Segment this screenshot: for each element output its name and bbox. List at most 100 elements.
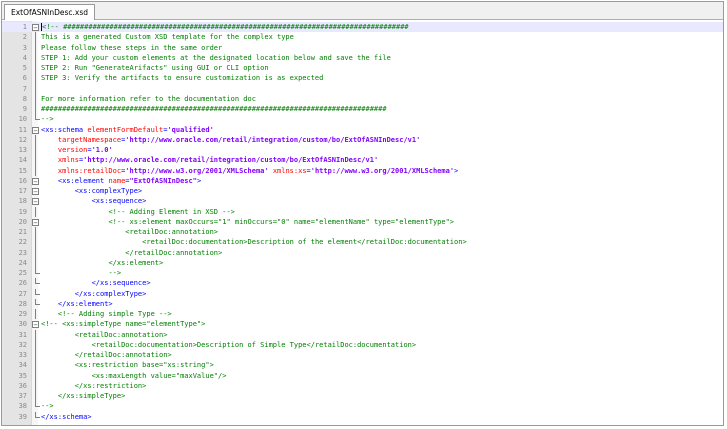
line-number: 35 <box>18 371 27 380</box>
token-comment: <!-- Adding simple Type --> <box>57 310 172 318</box>
code-text: <xs:complexType> <box>41 186 142 196</box>
code-line[interactable]: 27 </xs:complexType> <box>2 288 723 299</box>
code-line[interactable]: 31 <retailDoc:annotation> <box>2 329 723 340</box>
code-line[interactable]: 13 version='1.0' <box>2 145 723 156</box>
code-line[interactable]: 33 </retailDoc:annotation> <box>2 350 723 361</box>
fold-toggle-icon[interactable]: − <box>32 198 39 206</box>
code-line[interactable]: 12 targetNamespace='http://www.oracle.co… <box>2 134 723 145</box>
code-line[interactable]: 30− <!-- <xs:simpleType name="elementType… <box>2 319 723 329</box>
code-line[interactable]: 25 --> <box>2 268 723 278</box>
line-number: 16 <box>18 176 27 185</box>
code-line[interactable]: 20− <!-- xs:element maxOccurs="1" minOcc… <box>2 217 723 227</box>
fold-line-icon <box>35 52 37 63</box>
tab-file[interactable]: ExtOfASNInDesc.xsd <box>4 4 96 20</box>
code-text: This is a generated Custom XSD template … <box>41 32 294 42</box>
code-line[interactable]: 1− <!-- #################################… <box>2 22 723 33</box>
fold-line-icon <box>35 339 37 350</box>
line-number: 10 <box>18 115 27 124</box>
code-line[interactable]: 35 <xs:maxLength value="maxValue"/> <box>2 370 723 381</box>
code-line[interactable]: 14 xmlns='http://www.oracle.com/retail/i… <box>2 155 723 166</box>
code-line[interactable]: 6 STEP 3: Verify the artifacts to ensure … <box>2 73 723 84</box>
fold-line-icon <box>35 42 37 53</box>
token-attr: targetNamespace <box>57 135 122 144</box>
fold-line-icon <box>35 93 37 104</box>
code-line[interactable]: 23 </retailDoc:annotation> <box>2 247 723 258</box>
fold-line-icon <box>35 165 37 176</box>
code-line[interactable]: 34 <xs:restriction base="xs:string"> <box>2 360 723 371</box>
token-attr: xmlns:retailDoc <box>57 166 122 175</box>
code-text: xmlns:retailDoc='http://www.w3.org/2001/… <box>41 166 458 176</box>
fold-line-icon <box>35 134 37 145</box>
line-number: 38 <box>18 402 27 411</box>
code-line[interactable]: 2 This is a generated Custom XSD template… <box>2 32 723 43</box>
code-editor[interactable]: 1− <!-- #################################… <box>2 21 723 425</box>
fold-line-icon <box>35 350 37 361</box>
token-comment: </xs:restriction> <box>74 381 147 390</box>
fold-line-icon <box>35 329 37 340</box>
code-line[interactable]: 21 <retailDoc:annotation> <box>2 227 723 238</box>
code-line[interactable]: 10 --> <box>2 114 723 124</box>
code-line[interactable]: 15 xmlns:retailDoc='http://www.w3.org/20… <box>2 165 723 176</box>
code-line[interactable]: 22 <retailDoc:documentation>Description … <box>2 237 723 248</box>
token-attr: version <box>57 146 88 154</box>
code-text: <xs:sequence> <box>41 196 147 206</box>
fold-toggle-icon[interactable]: − <box>32 188 39 196</box>
code-line[interactable]: 38 --> <box>2 401 723 411</box>
code-text: <xs:maxLength value="maxValue"/> <box>41 371 227 381</box>
line-number: 31 <box>18 330 27 339</box>
fold-toggle-icon[interactable]: − <box>32 218 39 226</box>
token-val: 'qualified' <box>167 125 214 134</box>
line-number: 37 <box>18 392 27 400</box>
fold-toggle-icon[interactable]: − <box>32 321 39 329</box>
fold-toggle-icon[interactable]: − <box>32 177 39 185</box>
code-line[interactable]: 24 </xs:element> <box>2 257 723 268</box>
code-line[interactable]: 7 <box>2 83 723 94</box>
token-tag: </xs:schema> <box>41 412 92 421</box>
fold-end-icon <box>35 268 40 274</box>
token-attr: elementFormDefault <box>87 125 164 134</box>
code-line[interactable]: 16− <xs:element name="ExtOfASNInDesc"> <box>2 176 723 186</box>
code-line[interactable]: 39 </xs:schema> <box>2 411 723 422</box>
code-line[interactable]: 8 For more information refer to the docum… <box>2 93 723 104</box>
code-line[interactable]: 3 Please follow these steps in the same o… <box>2 42 723 53</box>
code-line[interactable]: 5 STEP 2: Run "GenerateArifacts" using GU… <box>2 63 723 74</box>
code-line[interactable]: 4 STEP 1: Add your custom elements at the… <box>2 52 723 63</box>
token-comment: STEP 1: Add your custom elements at the … <box>41 53 391 62</box>
line-number: 26 <box>18 279 27 288</box>
code-line[interactable]: 19 <!-- Adding Element in XSD --> <box>2 206 723 217</box>
code-line[interactable]: 11− <xs:schema elementFormDefault='qualif… <box>2 125 723 135</box>
line-number: 3 <box>22 43 27 52</box>
fold-line-icon <box>35 227 37 238</box>
code-line[interactable]: 9 #######################################… <box>2 104 723 115</box>
token-comment: <xs:restriction base="xs:string"> <box>74 361 214 370</box>
fold-toggle-icon[interactable]: − <box>32 24 39 32</box>
line-number: 28 <box>18 299 27 308</box>
code-text: <xs:schema elementFormDefault='qualified… <box>41 125 214 135</box>
code-line[interactable]: 17− <xs:complexType> <box>2 186 723 196</box>
line-number: 19 <box>18 207 27 216</box>
code-line[interactable]: 28 </xs:element> <box>2 298 723 309</box>
code-line[interactable]: 32 <retailDoc:documentation>Description … <box>2 339 723 350</box>
fold-line-icon <box>35 32 37 43</box>
code-text: xmlns='http://www.oracle.com/retail/inte… <box>41 155 378 165</box>
token-comment: <!-- Adding Element in XSD --> <box>108 207 235 216</box>
line-number: 9 <box>22 105 27 113</box>
fold-toggle-icon[interactable]: − <box>32 126 39 134</box>
token-val: "ExtOfASNInDesc" <box>129 176 197 185</box>
code-line[interactable]: 37 </xs:simpleType> <box>2 391 723 402</box>
code-text: <!-- Adding Element in XSD --> <box>41 207 235 217</box>
code-line[interactable]: 29 <!-- Adding simple Type --> <box>2 309 723 320</box>
code-line[interactable]: 36 </xs:restriction> <box>2 380 723 391</box>
code-line[interactable]: 26 </xs:sequence> <box>2 278 723 288</box>
line-number: 12 <box>18 135 27 144</box>
code-line[interactable]: 18− <xs:sequence> <box>2 196 723 206</box>
